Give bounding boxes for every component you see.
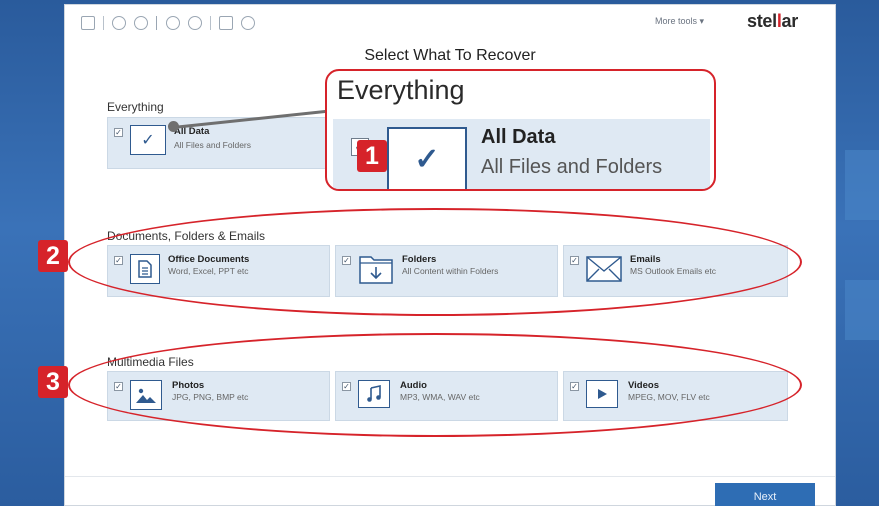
badge-3: 3 (38, 366, 68, 398)
desktop-tile (845, 150, 879, 220)
gear-icon[interactable] (112, 16, 126, 30)
all-data-subtitle: All Files and Folders (174, 140, 252, 150)
toolbar-icons (81, 14, 255, 32)
more-tools-label: More tools (655, 16, 698, 26)
callout-connector-dot (168, 121, 179, 132)
toolbar-separator (210, 16, 211, 30)
logo-text-end: ar (781, 11, 799, 31)
footer-divider (65, 476, 835, 477)
all-data-card[interactable]: ✓ ✓ All Data All Files and Folders (107, 117, 332, 169)
everything-section-label: Everything (107, 100, 164, 114)
logo-text-start: stel (747, 11, 777, 31)
stellar-logo: stellar (747, 11, 798, 32)
documents-highlight-ring (68, 208, 802, 316)
menu-icon[interactable] (81, 16, 95, 30)
multimedia-highlight-ring (68, 333, 802, 437)
pin-icon[interactable] (156, 16, 158, 30)
account-icon[interactable] (241, 16, 255, 30)
badge-1: 1 (357, 140, 387, 172)
all-data-checkbox[interactable]: ✓ (114, 128, 123, 137)
info-icon[interactable] (166, 16, 180, 30)
checkmark-icon: ✓ (130, 125, 166, 155)
chevron-down-icon: ▾ (699, 16, 705, 26)
toolbar: More tools ▾ stellar (65, 5, 835, 41)
badge-2: 2 (38, 240, 68, 272)
callout-subtitle: All Files and Folders (481, 156, 663, 178)
callout-label: Everything (337, 75, 465, 105)
next-button[interactable]: Next (715, 483, 815, 506)
everything-callout: Everything ✓ ✓ All Data All Files and Fo… (325, 69, 716, 191)
toolbar-separator (103, 16, 104, 30)
help-icon[interactable] (188, 16, 202, 30)
cart-icon[interactable] (219, 16, 233, 30)
more-tools-dropdown[interactable]: More tools ▾ (655, 16, 704, 27)
callout-all-data-card: ✓ ✓ All Data All Files and Folders (333, 119, 710, 189)
callout-title: All Data (481, 126, 556, 148)
desktop-tile (845, 280, 879, 340)
page-title: Select What To Recover (364, 47, 536, 64)
callout-checkmark-icon: ✓ (387, 127, 467, 189)
scan-icon[interactable] (134, 16, 148, 30)
